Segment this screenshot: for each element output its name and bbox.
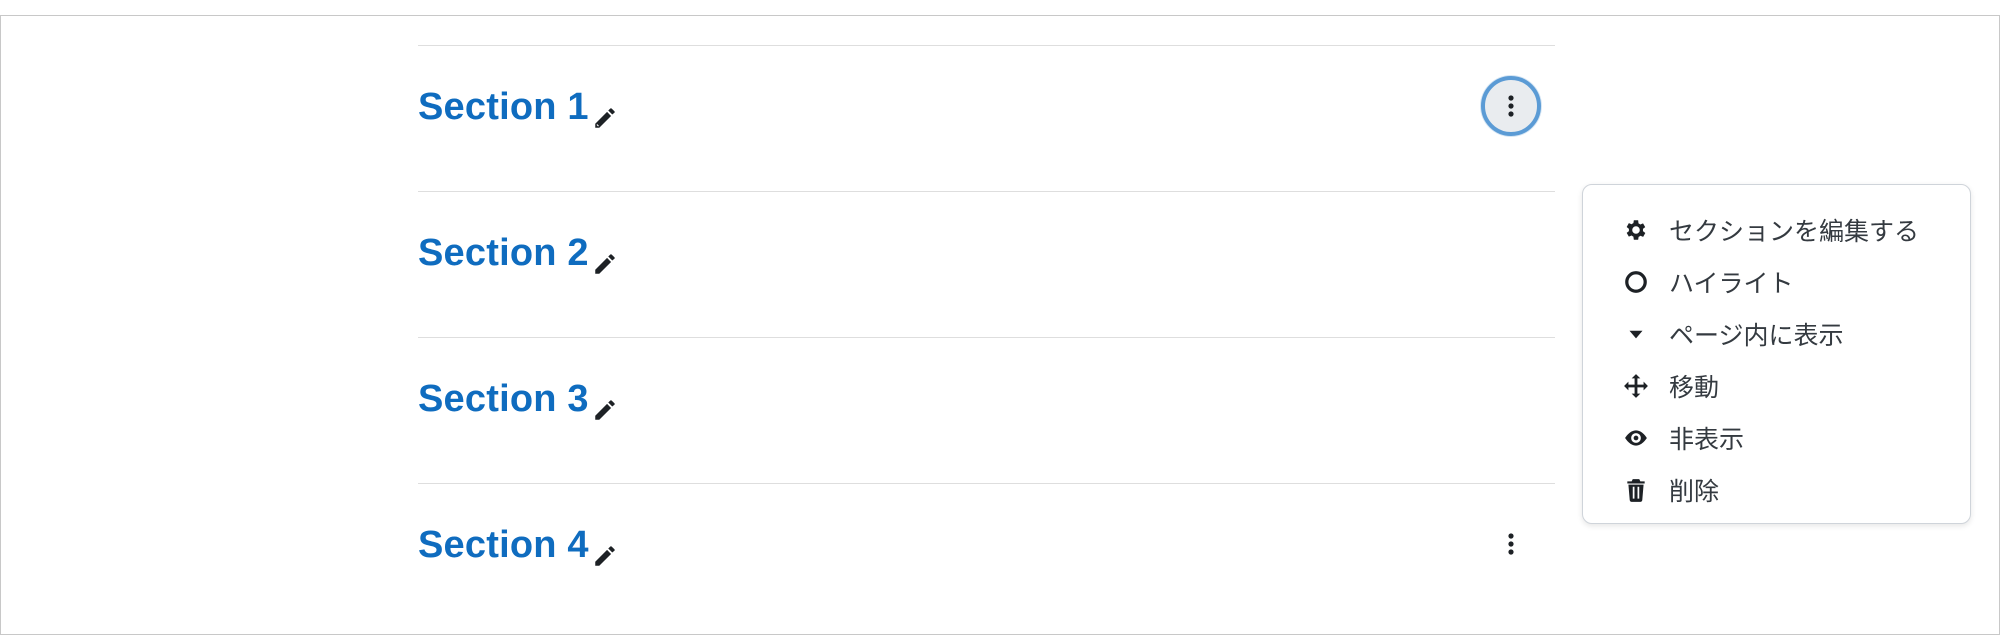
move-arrows-icon: [1623, 373, 1649, 399]
section-2: Section 2: [418, 191, 1555, 337]
pencil-icon[interactable]: [592, 244, 618, 274]
section-menu-button[interactable]: [1481, 76, 1541, 136]
section-title-label[interactable]: Section 1: [418, 86, 589, 129]
section-title[interactable]: Section 2: [418, 232, 618, 275]
caret-down-icon: [1623, 321, 1649, 347]
section-menu-button[interactable]: [1481, 514, 1541, 574]
section-action-menu: セクションを編集する ハイライト ページ内に表示 移動 非表示 削除: [1582, 184, 1971, 524]
menu-item-label: ページ内に表示: [1669, 321, 1844, 350]
gear-icon: [1623, 217, 1649, 243]
section-title-label[interactable]: Section 3: [418, 378, 589, 421]
menu-item-label: 移動: [1669, 373, 1720, 402]
menu-item-highlight[interactable]: ハイライト: [1583, 256, 1970, 308]
section-title[interactable]: Section 4: [418, 524, 618, 567]
kebab-icon: [1508, 533, 1514, 555]
section-title-label[interactable]: Section 2: [418, 232, 589, 275]
menu-item-delete[interactable]: 削除: [1583, 464, 1970, 516]
menu-item-hide[interactable]: 非表示: [1583, 412, 1970, 464]
menu-item-label: 削除: [1669, 477, 1720, 506]
section-4: Section 4: [418, 483, 1555, 629]
menu-item-edit-section[interactable]: セクションを編集する: [1583, 204, 1970, 256]
kebab-icon: [1508, 95, 1514, 117]
menu-item-move[interactable]: 移動: [1583, 360, 1970, 412]
circle-outline-icon: [1623, 269, 1649, 295]
section-1: Section 1: [418, 45, 1555, 191]
menu-item-label: セクションを編集する: [1669, 217, 1920, 246]
menu-item-show-on-page[interactable]: ページ内に表示: [1583, 308, 1970, 360]
menu-item-label: 非表示: [1669, 425, 1745, 454]
course-sections: Section 1 Section 2 Section 3 Section 4: [418, 45, 1971, 629]
eye-icon: [1623, 425, 1649, 451]
pencil-icon[interactable]: [592, 390, 618, 420]
trash-icon: [1623, 477, 1649, 503]
section-title[interactable]: Section 3: [418, 378, 618, 421]
menu-item-label: ハイライト: [1669, 269, 1794, 298]
pencil-icon[interactable]: [592, 536, 618, 566]
section-title[interactable]: Section 1: [418, 86, 618, 129]
section-3: Section 3: [418, 337, 1555, 483]
pencil-icon[interactable]: [592, 98, 618, 128]
section-title-label[interactable]: Section 4: [418, 524, 589, 567]
